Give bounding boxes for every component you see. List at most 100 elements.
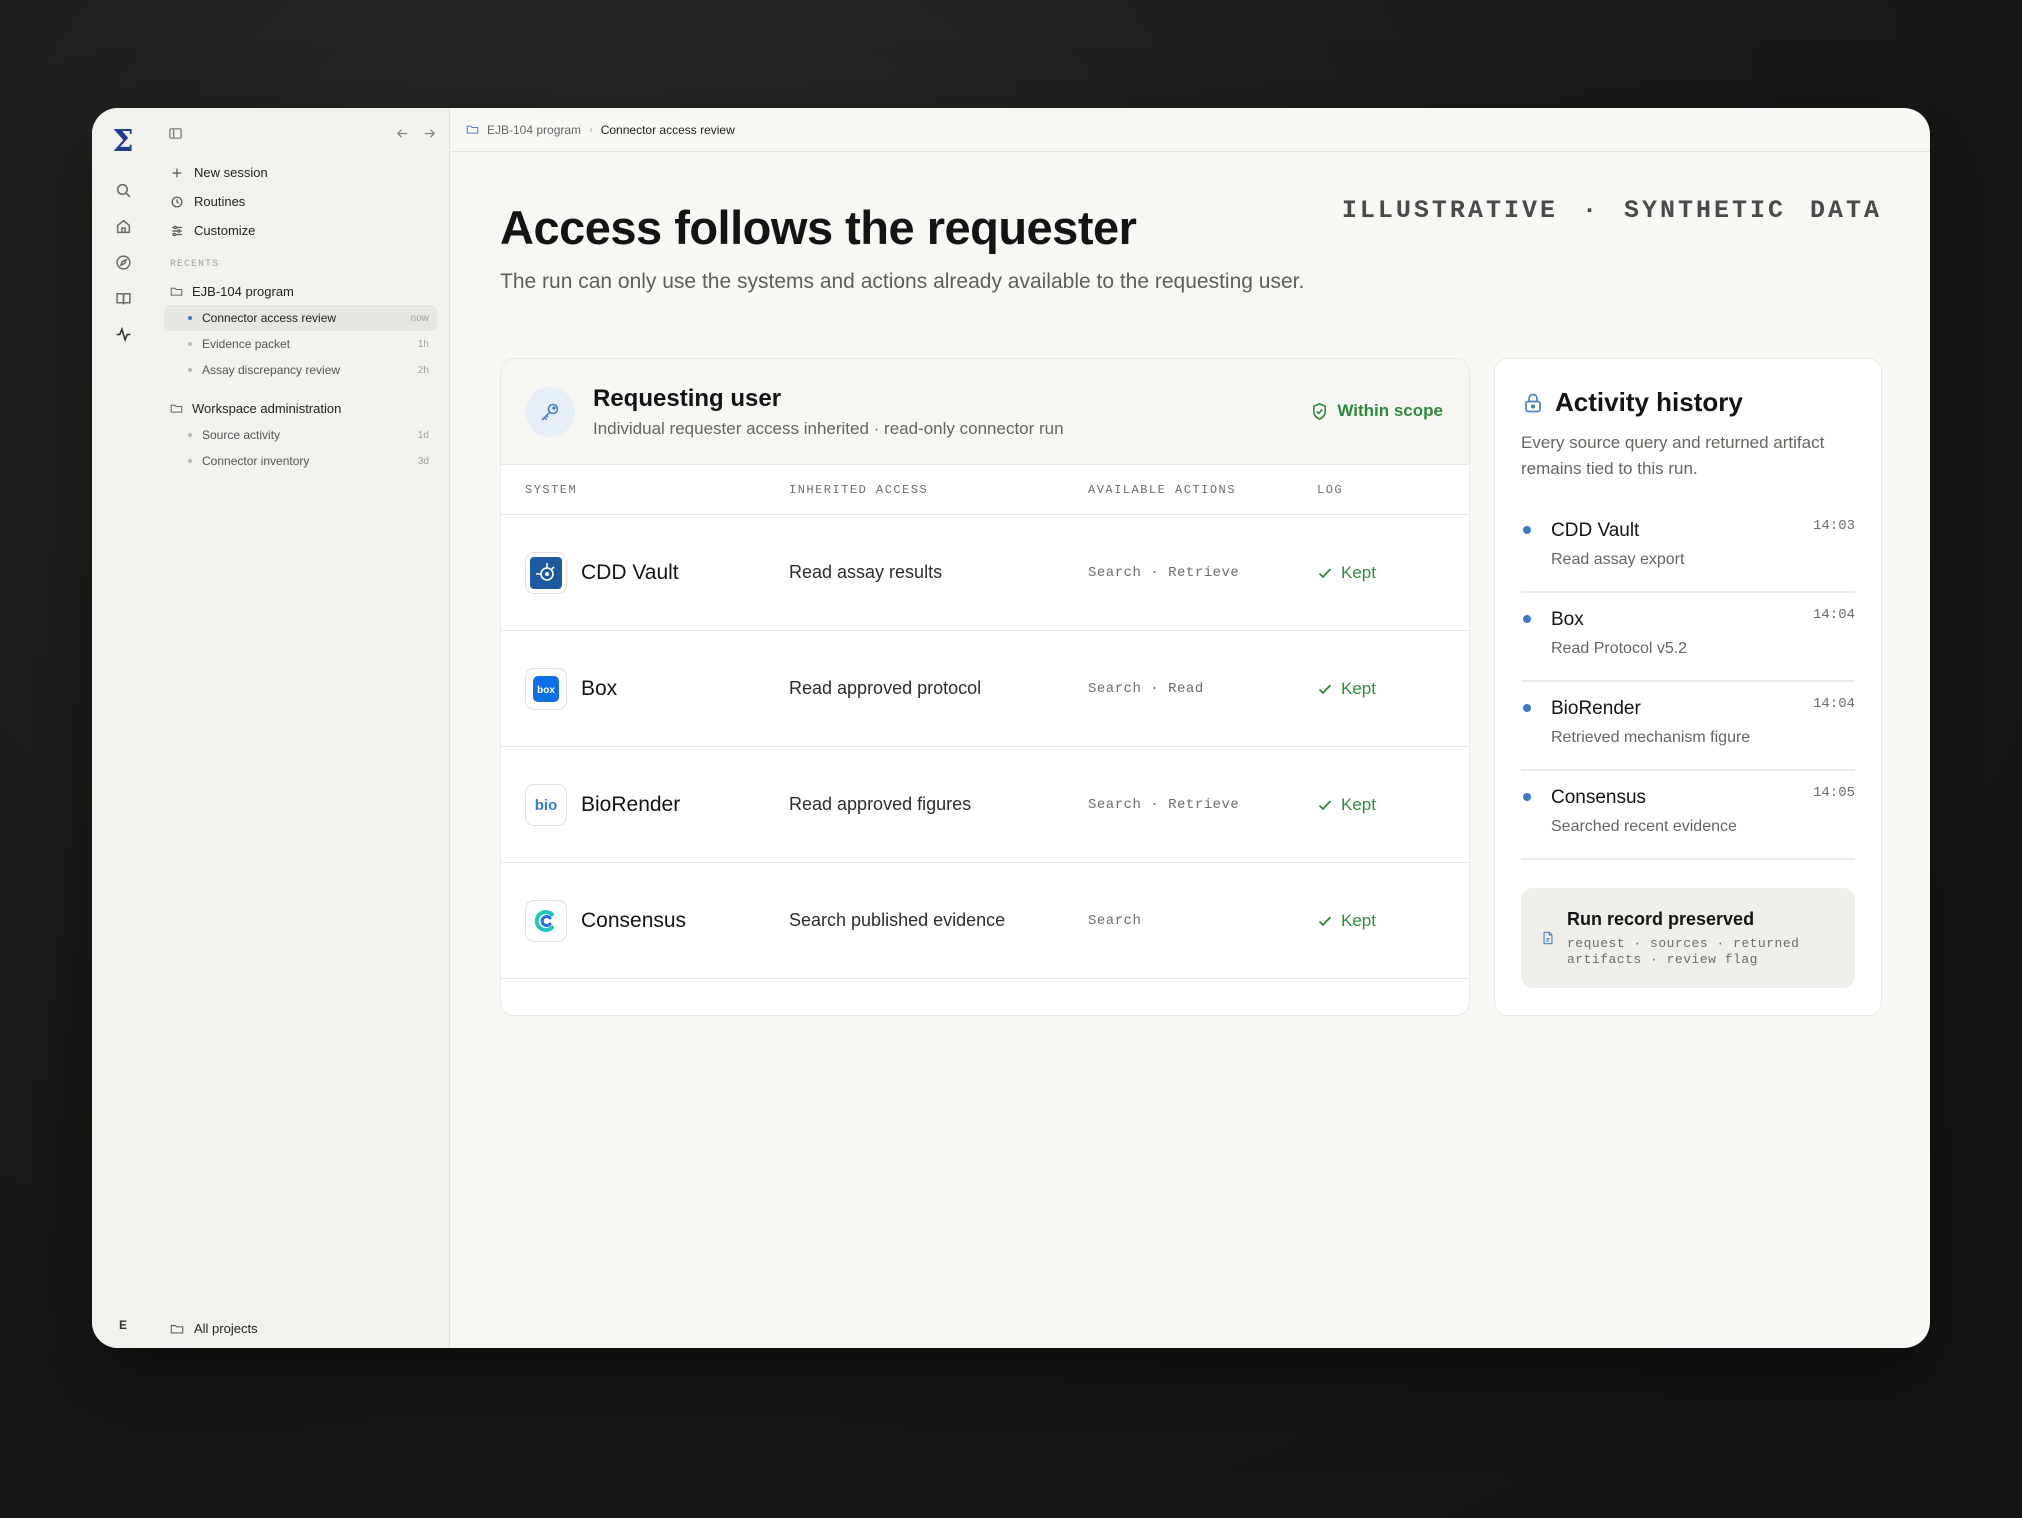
breadcrumb-current: Connector access review — [600, 122, 735, 137]
available-actions: Search · Read — [1088, 680, 1204, 697]
system-name: Consensus — [581, 908, 687, 932]
page-title: Access follows the requester — [500, 201, 1137, 254]
activity-time: 14:04 — [1812, 607, 1855, 623]
shield-check-icon — [1313, 402, 1327, 420]
activity-item[interactable]: BioRender Retrieved mechanism figure 14:… — [1521, 682, 1855, 771]
inherited-access: Read approved figures — [789, 794, 972, 814]
forward-arrow-icon[interactable] — [422, 126, 437, 141]
session-connector-inventory[interactable]: Connector inventory 3d — [164, 448, 437, 474]
activity-history-description: Every source query and returned artifact… — [1521, 433, 1825, 478]
scope-label: Within scope — [1337, 401, 1443, 420]
icon-rail: Σ E — [92, 108, 154, 1348]
recents-heading: RECENTS — [170, 259, 220, 270]
app-logo-icon[interactable]: Σ — [109, 127, 137, 157]
search-icon[interactable] — [106, 173, 140, 207]
new-session-button[interactable]: New session — [164, 158, 437, 187]
clock-icon — [170, 195, 184, 209]
table-row[interactable]: box Box Read approved protocol Search · … — [501, 631, 1469, 747]
activity-item[interactable]: Box Read Protocol v5.2 14:04 — [1521, 593, 1855, 682]
user-avatar[interactable]: E — [119, 1318, 127, 1332]
session-time: 2h — [417, 364, 429, 376]
system-name: Box — [581, 676, 618, 700]
session-time: now — [410, 312, 429, 324]
compass-icon[interactable] — [106, 245, 140, 279]
folder-label: Workspace administration — [192, 401, 342, 416]
home-icon[interactable] — [106, 209, 140, 243]
status-dot — [188, 459, 192, 463]
folder-icon — [170, 1324, 184, 1334]
svg-text:bio: bio — [535, 797, 558, 814]
sliders-icon — [170, 224, 184, 238]
session-label: Evidence packet — [202, 337, 291, 351]
session-time: 1h — [417, 338, 429, 350]
table-row[interactable]: CDD Vault Read assay results Search · Re… — [501, 515, 1469, 631]
log-label: Kept — [1341, 678, 1376, 698]
all-projects-label: All projects — [194, 1321, 258, 1336]
scope-badge: Within scope — [1310, 401, 1443, 421]
back-arrow-icon[interactable] — [395, 126, 410, 141]
run-record-line: artifacts · review flag — [1567, 951, 1758, 967]
consensus-logo-icon — [525, 899, 567, 942]
check-icon — [1318, 799, 1332, 810]
session-evidence-packet[interactable]: Evidence packet 1h — [164, 331, 437, 357]
available-actions: Search · Retrieve — [1088, 564, 1240, 581]
log-label: Kept — [1341, 910, 1376, 930]
routines-button[interactable]: Routines — [164, 187, 437, 216]
activity-detail: Retrieved mechanism figure — [1551, 729, 1751, 746]
activity-history-header: Activity history — [1521, 387, 1855, 418]
sidebar-toggle-icon[interactable] — [168, 126, 183, 141]
session-source-activity[interactable]: Source activity 1d — [164, 422, 437, 448]
activity-time: 14:04 — [1812, 696, 1855, 712]
requesting-user-title: Requesting user — [593, 384, 782, 412]
svg-text:box: box — [537, 685, 555, 696]
breadcrumb-project[interactable]: EJB-104 program — [487, 123, 581, 137]
status-dot — [188, 316, 192, 320]
session-label: Connector access review — [202, 311, 337, 325]
bullet-dot — [1523, 526, 1531, 534]
activity-icon[interactable] — [106, 317, 140, 351]
bullet-dot — [1523, 615, 1531, 623]
system-name: BioRender — [581, 792, 681, 816]
system-name: CDD Vault — [581, 560, 679, 584]
column-header-system: SYSTEM — [525, 482, 578, 497]
activity-item[interactable]: Consensus Searched recent evidence 14:05 — [1521, 771, 1855, 860]
activity-source: CDD Vault — [1551, 520, 1640, 541]
folder-icon — [170, 287, 183, 296]
session-label: Source activity — [202, 428, 281, 442]
table-header: SYSTEM INHERITED ACCESS AVAILABLE ACTION… — [501, 465, 1469, 515]
run-record-panel[interactable]: Run record preserved request · sources ·… — [1521, 888, 1855, 988]
all-projects-link[interactable]: All projects — [170, 1321, 258, 1336]
folder-icon — [466, 125, 479, 134]
activity-time: 14:05 — [1812, 785, 1855, 801]
chevron-right-icon: › — [589, 123, 593, 136]
run-record-summary: request · sources · returned artifacts ·… — [1567, 936, 1799, 968]
plus-icon — [170, 166, 184, 180]
column-header-available-actions: AVAILABLE ACTIONS — [1088, 482, 1236, 497]
activity-detail: Read Protocol v5.2 — [1551, 640, 1688, 657]
session-connector-access-review[interactable]: Connector access review now — [164, 305, 437, 331]
biorender-logo-icon: bio — [525, 783, 567, 826]
sidebar: New session Routines Customize RECENTS E… — [154, 108, 450, 1348]
book-icon[interactable] — [106, 281, 140, 315]
run-record-title: Run record preserved — [1567, 908, 1755, 929]
document-icon — [1543, 931, 1553, 945]
activity-item[interactable]: CDD Vault Read assay export 14:03 — [1521, 504, 1855, 593]
routines-label: Routines — [194, 194, 246, 209]
page-subtitle: The run can only use the systems and act… — [500, 270, 1305, 293]
session-time: 1d — [417, 429, 429, 441]
folder-workspace-administration[interactable]: Workspace administration — [164, 395, 437, 422]
log-status: Kept — [1317, 795, 1467, 815]
requesting-user-card: Requesting user Individual requester acc… — [500, 358, 1470, 1016]
folder-ejb-104[interactable]: EJB-104 program — [164, 278, 437, 305]
table-row[interactable]: bio BioRender Read approved figures Sear… — [501, 747, 1469, 863]
inherited-access: Search published evidence — [789, 910, 1006, 930]
customize-button[interactable]: Customize — [164, 216, 437, 245]
log-label: Kept — [1341, 794, 1376, 814]
key-icon — [525, 386, 575, 437]
inherited-access: Read approved protocol — [789, 678, 982, 698]
cdd-vault-logo-icon — [525, 551, 567, 594]
requesting-user-subtitle: Individual requester access inherited · … — [593, 418, 1064, 438]
table-row[interactable]: Consensus Search published evidence Sear… — [501, 863, 1469, 979]
session-assay-discrepancy-review[interactable]: Assay discrepancy review 2h — [164, 357, 437, 383]
activity-source: Consensus — [1551, 787, 1647, 808]
